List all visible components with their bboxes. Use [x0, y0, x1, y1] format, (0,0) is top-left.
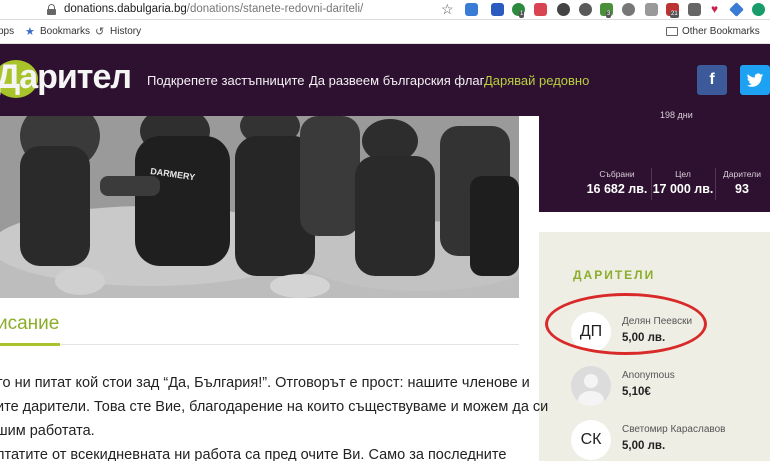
extension-icon[interactable] [622, 3, 635, 16]
stat-donors-label: Дарители [723, 169, 761, 179]
bookmark-apps[interactable]: pps [0, 26, 14, 37]
history-icon: ↺ [95, 26, 105, 38]
extension-icon[interactable] [534, 3, 547, 16]
description-divider [0, 344, 519, 345]
days-remaining: 198 дни [660, 110, 693, 120]
extension-badge: 1 [519, 11, 525, 18]
description-line: шим работата. [0, 423, 95, 439]
page: donations.dabulgaria.bg/donations/stanet… [0, 0, 770, 461]
donor-name: Светомир Караславов [622, 424, 726, 435]
nav-flag[interactable]: Да развеем българския флаг [309, 73, 484, 88]
bookmark-bookmarks[interactable]: Bookmarks [40, 26, 90, 37]
browser-address-bar[interactable]: donations.dabulgaria.bg/donations/stanet… [0, 0, 770, 20]
stat-goal-label: Цел [675, 169, 691, 179]
extension-icon[interactable] [491, 3, 504, 16]
extension-icon[interactable] [465, 3, 478, 16]
heart-icon[interactable]: ♥ [708, 3, 721, 16]
extension-badge: 21 [670, 11, 679, 18]
nav-donate-regularly[interactable]: Дарявай редовно [484, 73, 589, 88]
url-text[interactable]: donations.dabulgaria.bg/donations/stanet… [64, 3, 363, 15]
extension-icon[interactable] [557, 3, 570, 16]
url-path: /donations/stanete-redovni-dariteli/ [186, 3, 364, 15]
hero-photo: DARMERY [0, 116, 519, 298]
donor-amount: 5,00 лв. [622, 440, 666, 452]
avatar: СК [571, 420, 611, 460]
donors-title: ДАРИТЕЛИ [573, 268, 656, 282]
extension-badge: 3 [606, 11, 612, 18]
avatar [571, 366, 611, 406]
extension-icon[interactable] [688, 3, 701, 16]
user-silhouette-icon [578, 374, 604, 406]
bookmark-star-icon[interactable]: ☆ [441, 1, 454, 18]
campaign-stats-panel: 198 дни Събрани 16 682 лв. Цел 17 000 лв… [539, 110, 770, 212]
facebook-button[interactable]: f [697, 65, 727, 95]
extension-icon[interactable] [645, 3, 658, 16]
bookmarks-bar: pps ★ Bookmarks ↺ History Other Bookmark… [0, 20, 770, 44]
description-line: ите дарители. Това сте Вие, благодарение… [0, 399, 549, 415]
folder-icon [666, 27, 678, 36]
stat-collected-label: Събрани [599, 169, 635, 179]
nav-support-advocates[interactable]: Подкрепете застъпниците [147, 73, 305, 88]
star-icon: ★ [25, 26, 35, 38]
extension-icon[interactable] [579, 3, 592, 16]
bookmark-history[interactable]: History [110, 26, 141, 37]
description-title-underline [0, 343, 60, 346]
site-header: Дарител Подкрепете застъпниците Да разве… [0, 44, 770, 116]
lock-icon[interactable] [47, 4, 56, 15]
extension-icon[interactable] [729, 2, 744, 17]
hero-image: DARMERY [0, 116, 519, 298]
extension-icon[interactable] [752, 3, 765, 16]
donor-name: Anonymous [622, 370, 675, 381]
description-line: то ни питат кой стои зад “Да, България!”… [0, 375, 530, 391]
url-domain: donations.dabulgaria.bg [64, 3, 187, 15]
description-title: исание [0, 313, 60, 334]
stat-collected-value: 16 682 лв. [586, 182, 648, 196]
highlight-annotation [545, 293, 707, 355]
donor-item: Anonymous 5,10€ [571, 366, 761, 406]
donor-item: СК Светомир Караславов 5,00 лв. [571, 420, 761, 460]
stat-donors-value: 93 [735, 182, 749, 196]
description-line: лтатите от всекидневната ни работа са пр… [0, 447, 507, 461]
site-logo[interactable]: Дарител [0, 58, 132, 97]
other-bookmarks[interactable]: Other Bookmarks [682, 26, 760, 37]
donor-amount: 5,10€ [622, 386, 651, 398]
twitter-button[interactable] [740, 65, 770, 95]
twitter-icon [746, 73, 764, 87]
